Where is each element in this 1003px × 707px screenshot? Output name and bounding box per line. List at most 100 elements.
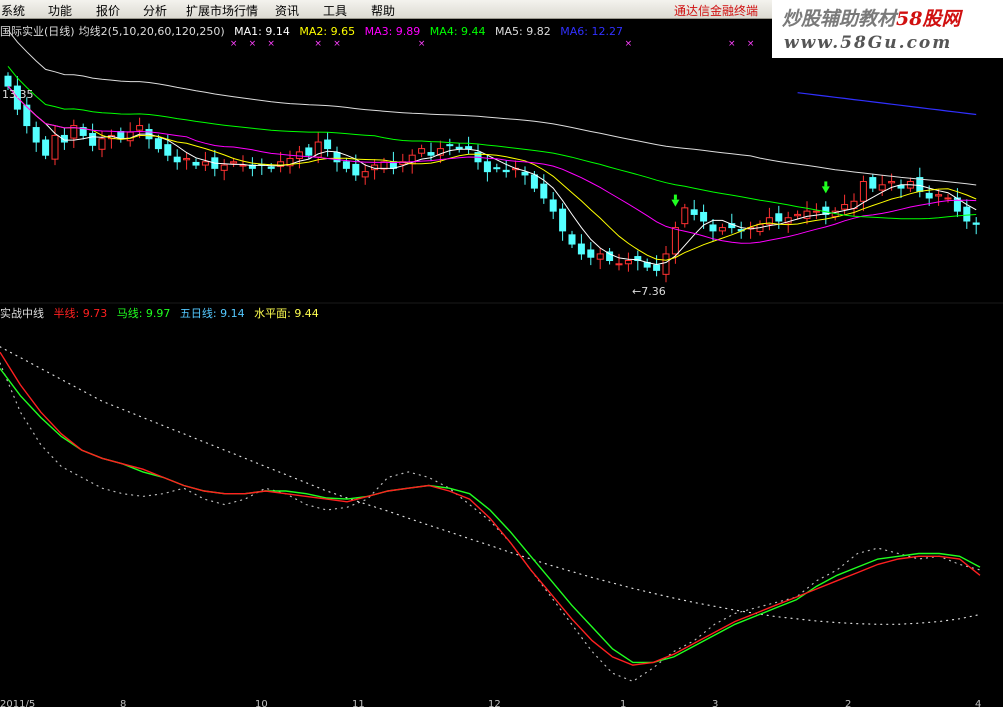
ma3-line [7, 85, 977, 244]
candle-body [530, 174, 538, 189]
candle [643, 258, 651, 272]
marker-cross: × [625, 39, 633, 49]
legend-half-name: 半线 [54, 306, 76, 320]
candle [606, 248, 614, 265]
candle-body [502, 169, 510, 173]
candle [718, 223, 726, 235]
candle-body [493, 167, 501, 170]
candle [70, 119, 78, 148]
marker-cross: × [249, 39, 257, 49]
candle-body [230, 161, 238, 164]
x-tick-label: 2 [845, 699, 851, 707]
candle [568, 230, 576, 248]
candle-body [624, 260, 632, 265]
candle [841, 194, 849, 216]
candle-body [568, 234, 576, 245]
candle-body [925, 192, 933, 199]
watermark-site: 58股网 [896, 8, 961, 30]
candle [173, 149, 181, 170]
candle-body [32, 127, 40, 143]
candle [418, 144, 426, 158]
candle [79, 123, 87, 140]
candle [465, 136, 473, 155]
marker-cross: × [418, 39, 426, 49]
legend-ma2-value: 9.65 [331, 25, 356, 38]
candle [314, 132, 322, 164]
marker-cross: × [314, 39, 322, 49]
legend-ma1-value: 9.14 [265, 25, 290, 38]
candle-body [352, 163, 360, 176]
candle-body [42, 139, 50, 156]
indicator-name: 均线2(5,10,20,60,120,250) [79, 24, 225, 38]
legend-horizon-name: 水平面 [254, 307, 287, 320]
candle-body [606, 251, 614, 262]
legend-horse-name: 马线 [117, 306, 139, 320]
candle [192, 158, 200, 170]
legend-ma4-name: MA4 [430, 25, 454, 38]
x-tick-label: 12 [488, 699, 501, 707]
candle [803, 201, 811, 225]
marker-cross: × [230, 39, 238, 49]
candle [258, 158, 266, 175]
candle-body [944, 197, 952, 200]
candle-body [333, 152, 341, 163]
legend-ma6-value: 12.27 [591, 25, 623, 38]
candle [559, 203, 567, 241]
candle-body [972, 222, 980, 225]
legend-ma5-value: 9.82 [526, 25, 551, 38]
candle-body [662, 253, 670, 275]
candle-body [173, 156, 181, 163]
candle-body [859, 181, 867, 202]
x-tick-label: 8 [120, 699, 126, 707]
buy-arrow-stem [673, 194, 677, 200]
legend-ma6-name: MA6 [560, 25, 584, 38]
marker-cross: × [333, 39, 341, 49]
candle [361, 163, 369, 185]
candle-body [521, 171, 529, 176]
candle [765, 207, 773, 231]
x-tick-label: 11 [352, 699, 365, 707]
moving-average-layer [7, 29, 977, 266]
candle-body [201, 161, 209, 166]
candle [493, 163, 501, 173]
candle [869, 173, 877, 193]
candle-body [192, 161, 200, 166]
low-price-label: ←7.36 [632, 285, 666, 298]
candle-body [540, 183, 548, 199]
candle-body [559, 208, 567, 232]
candle [107, 129, 115, 149]
indicator-legend: 实战中线 半线: 9.73 马线: 9.97 五日线: 9.14 水平面: 9.… [0, 306, 319, 320]
candle [916, 167, 924, 198]
legend-ma3-value: 9.89 [396, 25, 421, 38]
candle [549, 192, 557, 220]
stock-title: 国际实业(日线) [0, 24, 75, 38]
candle [521, 166, 529, 185]
candle [624, 252, 632, 272]
candle [615, 253, 623, 271]
candle-body [220, 164, 228, 171]
candle-body [183, 157, 191, 161]
candle-body [465, 146, 473, 150]
candle [32, 121, 40, 152]
candle-body [427, 152, 435, 156]
x-tick-label: 2011/5 [0, 699, 35, 707]
candle [662, 246, 670, 283]
candle-body [878, 184, 886, 191]
candle [681, 203, 689, 228]
candle [709, 219, 717, 241]
ma2-line [7, 85, 977, 261]
x-tick-label: 4 [975, 699, 981, 707]
candle-body [812, 210, 820, 213]
candle-body [577, 243, 585, 255]
candlestick-layer [4, 72, 980, 283]
x-tick-label: 3 [712, 699, 718, 707]
candle [812, 203, 820, 220]
ma6-line [797, 92, 977, 116]
legend-ma3-name: MA3 [365, 25, 389, 38]
candle-body [869, 177, 877, 189]
candle [277, 151, 285, 173]
marker-cross: × [728, 39, 736, 49]
candle [295, 145, 303, 169]
candle [859, 175, 867, 212]
legend-ma4-value: 9.44 [461, 25, 486, 38]
